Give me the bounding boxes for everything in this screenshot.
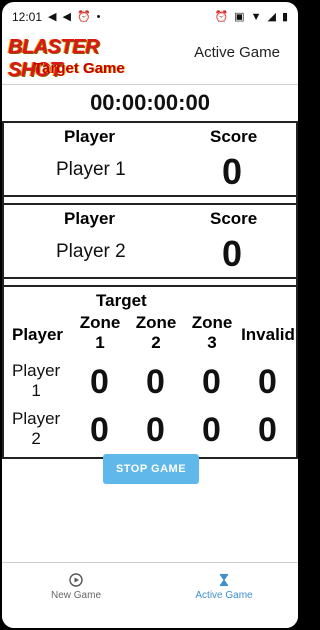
bottom-navigation: New Game Active Game	[2, 562, 298, 611]
cast-icon: ▣	[234, 10, 245, 23]
game-timer: 00:00:00:00	[2, 85, 298, 123]
zone-2-value: 0	[146, 411, 165, 449]
zone-2-header: Zone 2	[135, 313, 177, 352]
player-score-card: Player Score Player 1 0	[2, 123, 298, 197]
target-header: Target	[96, 291, 147, 310]
page-title: Active Game	[194, 44, 280, 61]
zone-score-table: Target Player Zone 1 Zone 2 Zone 3 Inval…	[2, 285, 298, 459]
nav-active-game-label: Active Game	[195, 590, 253, 601]
logo-subtitle: Target Game	[34, 60, 125, 77]
signal-icon: ◢	[267, 10, 276, 23]
alarm-icon: ⏰	[214, 10, 229, 23]
zone-3-value: 0	[202, 363, 221, 401]
zone-1-header: Zone 1	[79, 313, 121, 352]
invalid-header: Invalid	[241, 325, 295, 344]
dot-icon: •	[96, 10, 101, 23]
zone-2-value: 0	[146, 363, 165, 401]
invalid-value: 0	[258, 363, 277, 401]
player-score-card: Player Score Player 2 0	[2, 203, 298, 279]
system-bar	[2, 610, 298, 628]
hourglass-icon	[220, 574, 228, 586]
player-header: Player	[64, 209, 116, 228]
player-header: Player	[64, 127, 116, 146]
score-header: Score	[210, 209, 258, 228]
stop-game-button[interactable]: STOP GAME	[103, 454, 199, 484]
nav-new-game-label: New Game	[50, 590, 101, 601]
battery-icon: ▮	[281, 10, 288, 23]
blaster-shot-logo: BLASTER SHOT Target Game	[8, 36, 148, 82]
zone-1-value: 0	[90, 363, 109, 401]
app-header: BLASTER SHOT Target Game Active Game	[2, 32, 298, 85]
zone-1-value: 0	[90, 411, 109, 449]
send-icon: ◀	[48, 10, 57, 23]
table-player-header: Player	[12, 325, 64, 344]
alarm-icon: ⏰	[76, 10, 91, 23]
zone-3-header: Zone 3	[191, 313, 233, 352]
nav-new-game[interactable]: New Game	[2, 563, 150, 611]
player-score: 0	[222, 151, 243, 192]
player-score: 0	[222, 233, 243, 274]
phone-screen: 12:01 ◀ ◀ ⏰ • ⏰ ▣ ▼ ◢ ▮ BLASTER SHOT Tar…	[2, 2, 298, 628]
zone-3-value: 0	[202, 411, 221, 449]
player-name: Player 2	[56, 241, 126, 262]
status-bar: 12:01 ◀ ◀ ⏰ • ⏰ ▣ ▼ ◢ ▮	[2, 2, 298, 32]
player-name: Player 1	[56, 159, 126, 180]
invalid-value: 0	[258, 411, 277, 449]
wifi-icon: ▼	[250, 10, 262, 23]
send-icon: ◀	[62, 10, 71, 23]
row-player-name: Player 1	[12, 361, 61, 400]
status-time: 12:01	[12, 10, 43, 24]
nav-active-game[interactable]: Active Game	[150, 563, 298, 611]
score-header: Score	[210, 127, 258, 146]
row-player-name: Player 2	[12, 409, 61, 448]
play-circle-icon	[69, 573, 83, 587]
